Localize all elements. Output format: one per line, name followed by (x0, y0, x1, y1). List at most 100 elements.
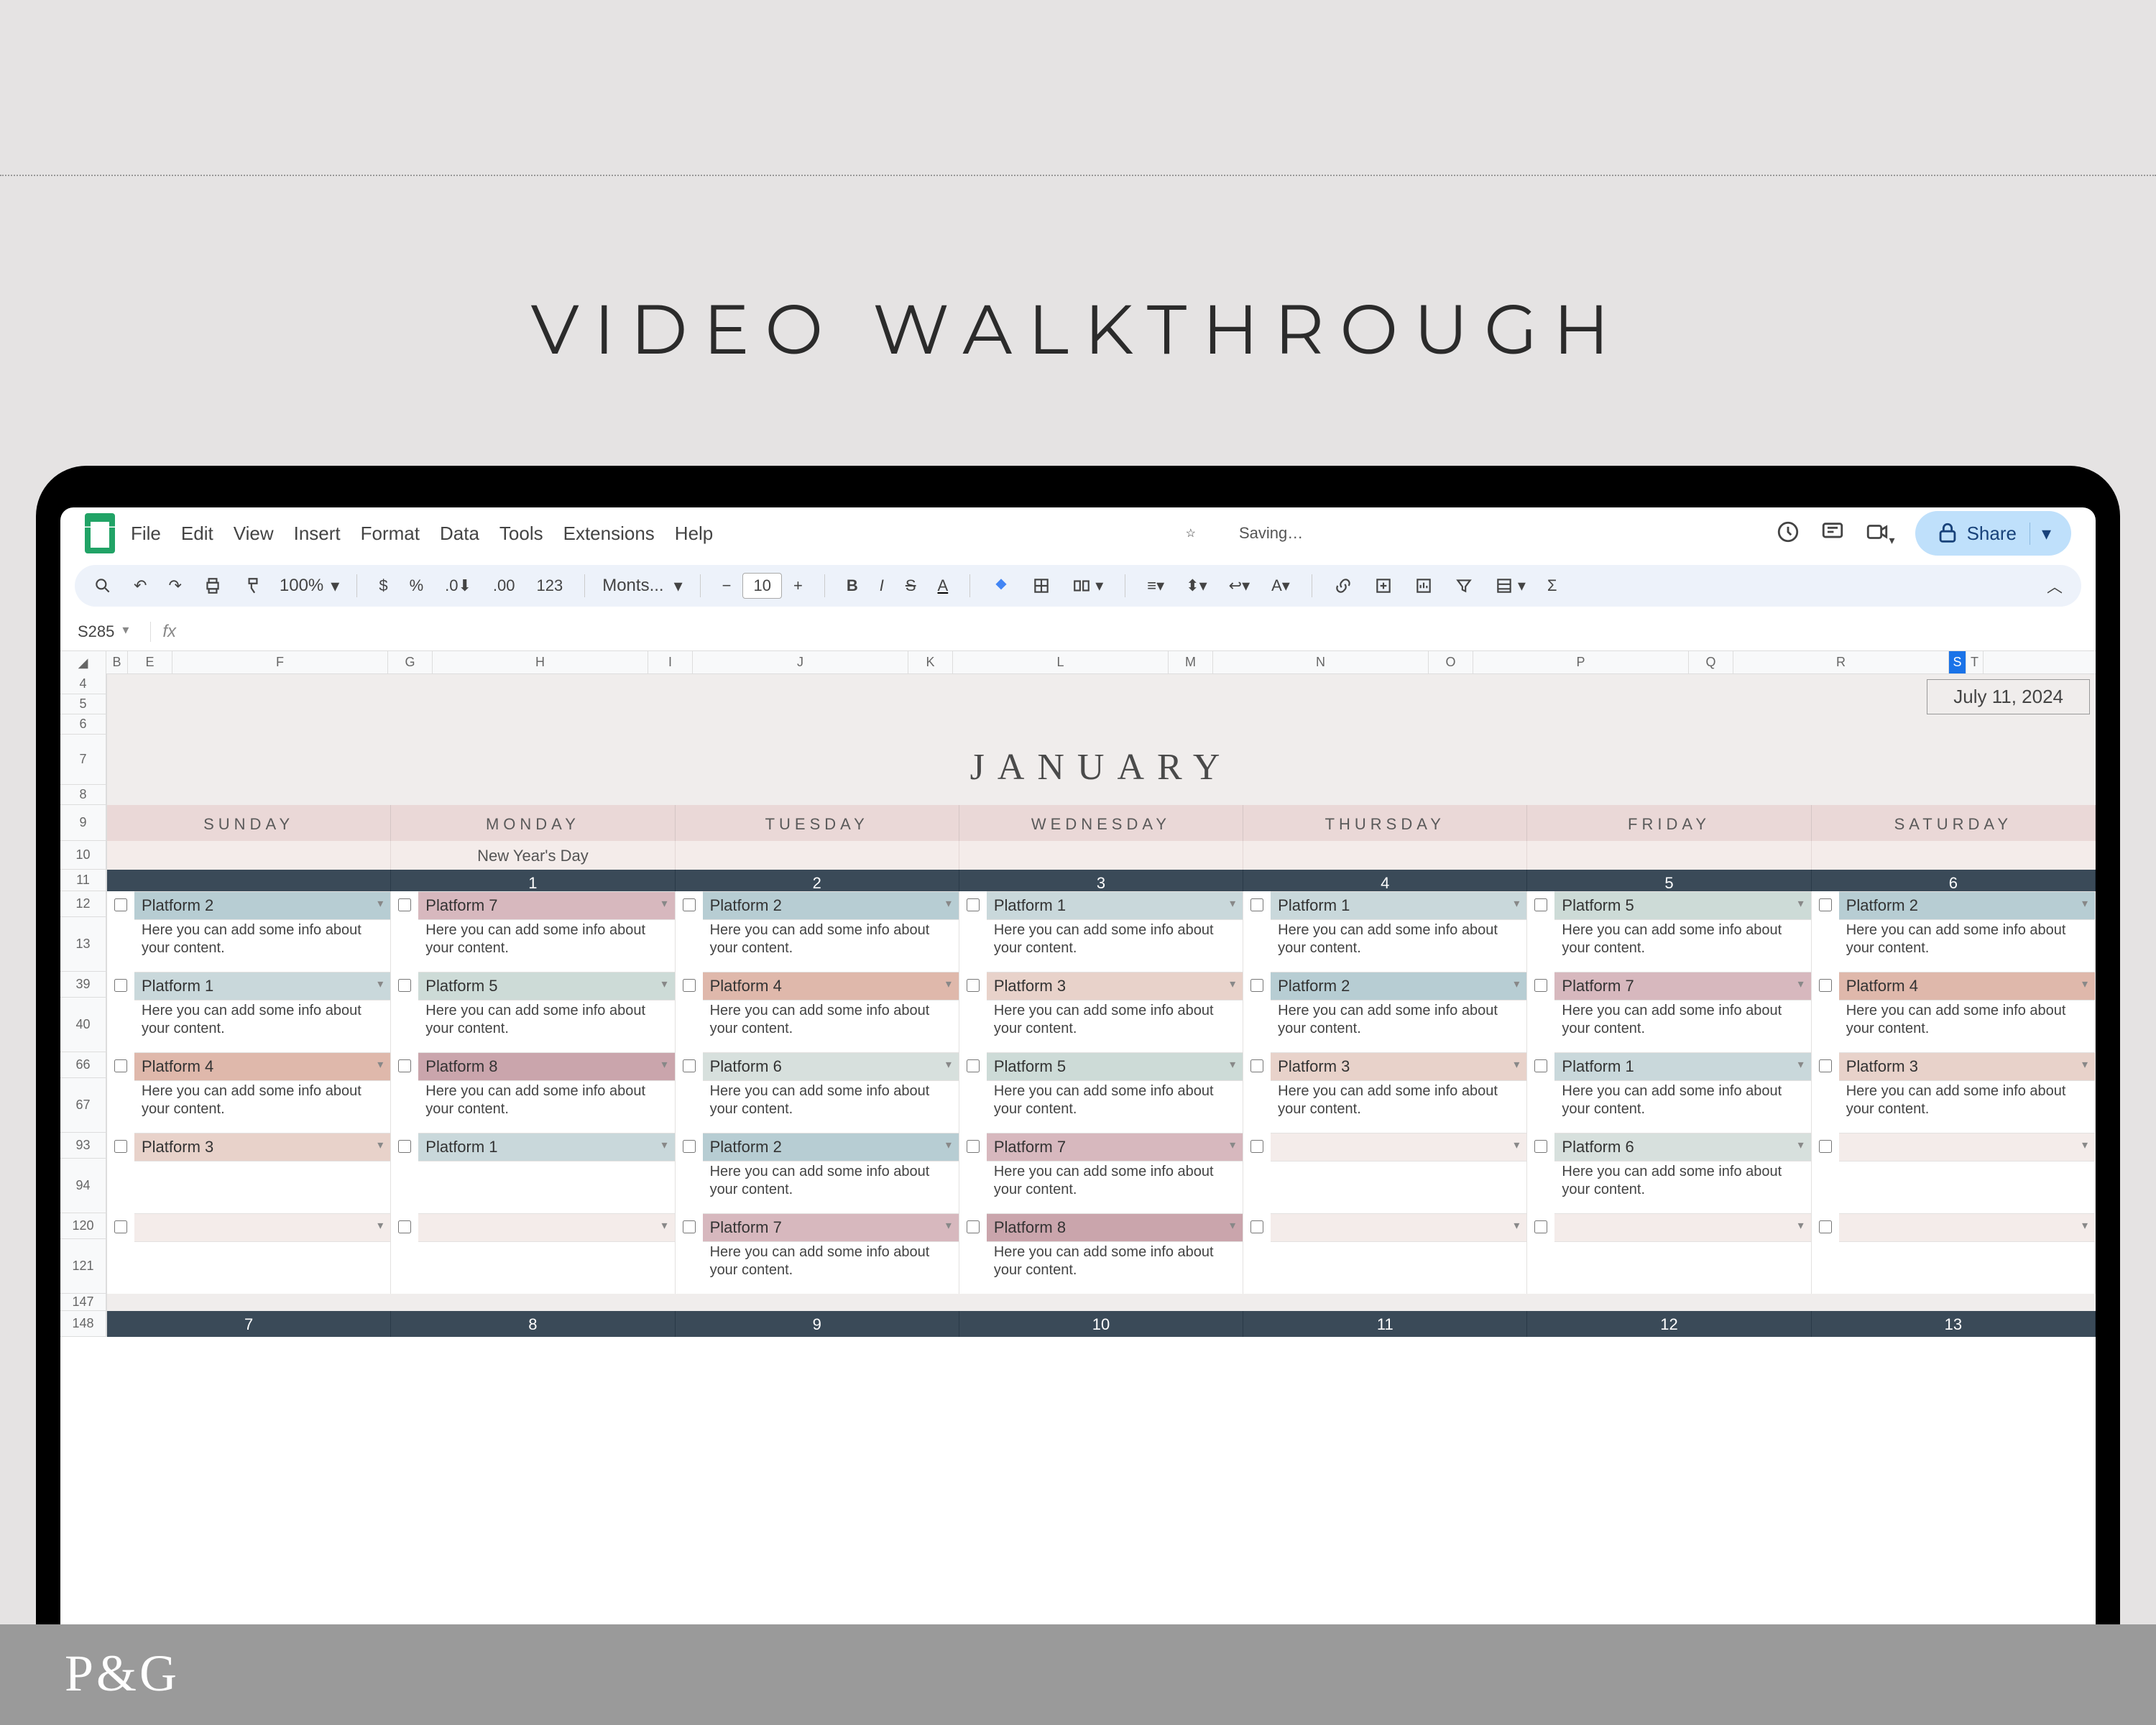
meet-icon[interactable]: ▾ (1865, 520, 1895, 548)
row-header[interactable]: 6 (60, 714, 106, 735)
strike-button[interactable]: S (901, 574, 921, 598)
insert-comment-icon[interactable] (1370, 574, 1397, 598)
slot-checkbox[interactable] (114, 1140, 127, 1153)
row-header[interactable]: 9 (60, 805, 106, 841)
platform-select[interactable]: Platform 3 (1271, 1052, 1526, 1081)
slot-description[interactable]: Here you can add some info about your co… (134, 917, 390, 972)
platform-select[interactable]: Platform 5 (1554, 891, 1810, 920)
col-header-N[interactable]: N (1213, 651, 1429, 673)
search-icon[interactable] (89, 574, 116, 598)
platform-select[interactable]: Platform 1 (418, 1133, 674, 1162)
slot-checkbox[interactable] (398, 1220, 411, 1233)
slot-description[interactable]: Here you can add some info about your co… (1554, 1078, 1810, 1133)
platform-select[interactable]: Platform 2 (134, 891, 390, 920)
row-header[interactable]: 12 (60, 891, 106, 917)
name-box[interactable]: S285 (69, 618, 136, 645)
slot-description[interactable]: Here you can add some info about your co… (703, 1239, 959, 1294)
platform-select[interactable]: Platform 2 (703, 891, 959, 920)
col-header-O[interactable]: O (1429, 651, 1473, 673)
slot-description[interactable] (134, 1159, 390, 1213)
row-header[interactable]: 94 (60, 1159, 106, 1213)
platform-select[interactable]: Platform 7 (987, 1133, 1243, 1162)
fill-color-icon[interactable] (987, 574, 1015, 598)
fontsize-minus-button[interactable]: − (718, 574, 736, 598)
slot-description[interactable]: Here you can add some info about your co… (418, 1078, 674, 1133)
slot-description[interactable]: Here you can add some info about your co… (987, 1159, 1243, 1213)
menu-file[interactable]: File (131, 523, 161, 545)
row-header[interactable]: 148 (60, 1311, 106, 1337)
slot-description[interactable]: Here you can add some info about your co… (703, 917, 959, 972)
platform-select[interactable]: Platform 1 (1554, 1052, 1810, 1081)
platform-select[interactable]: Platform 4 (703, 972, 959, 1000)
paint-format-icon[interactable] (239, 574, 267, 598)
history-icon[interactable] (1776, 520, 1800, 548)
col-header-K[interactable]: K (908, 651, 953, 673)
rotate-icon[interactable]: A▾ (1267, 574, 1294, 598)
slot-description[interactable] (1271, 1159, 1526, 1213)
slot-checkbox[interactable] (967, 1140, 980, 1153)
platform-select[interactable]: Platform 2 (703, 1133, 959, 1162)
platform-select[interactable]: Platform 1 (987, 891, 1243, 920)
platform-select[interactable]: Platform 5 (987, 1052, 1243, 1081)
currency-button[interactable]: $ (374, 574, 392, 598)
slot-checkbox[interactable] (1250, 1220, 1263, 1233)
platform-select[interactable]: Platform 2 (1839, 891, 2095, 920)
slot-description[interactable] (134, 1239, 390, 1294)
slot-checkbox[interactable] (1819, 1059, 1832, 1072)
fontsize-plus-button[interactable]: + (789, 574, 807, 598)
slot-checkbox[interactable] (967, 1059, 980, 1072)
col-header-Q[interactable]: Q (1689, 651, 1733, 673)
slot-description[interactable]: Here you can add some info about your co… (1839, 917, 2095, 972)
row-header[interactable]: 4 (60, 674, 106, 694)
menu-data[interactable]: Data (440, 523, 479, 545)
slot-checkbox[interactable] (1819, 898, 1832, 911)
wrap-icon[interactable]: ↩▾ (1225, 574, 1254, 598)
platform-select[interactable]: Platform 1 (134, 972, 390, 1000)
platform-select[interactable]: Platform 3 (1839, 1052, 2095, 1081)
platform-select[interactable]: Platform 7 (703, 1213, 959, 1242)
spreadsheet-grid[interactable]: ◢BEFGHIJKLMNOPQRST 456789101112133940666… (60, 651, 2096, 1639)
col-header-L[interactable]: L (953, 651, 1169, 673)
borders-icon[interactable] (1028, 574, 1055, 598)
menu-help[interactable]: Help (675, 523, 713, 545)
platform-select[interactable] (1554, 1213, 1810, 1242)
platform-select[interactable]: Platform 6 (703, 1052, 959, 1081)
col-header-G[interactable]: G (388, 651, 433, 673)
platform-select[interactable]: Platform 1 (1271, 891, 1526, 920)
percent-button[interactable]: % (405, 574, 428, 598)
menu-edit[interactable]: Edit (181, 523, 213, 545)
comment-icon[interactable] (1820, 520, 1845, 548)
slot-description[interactable] (418, 1239, 674, 1294)
zoom-select[interactable]: 100% ▾ (280, 576, 339, 597)
slot-checkbox[interactable] (967, 979, 980, 992)
slot-description[interactable]: Here you can add some info about your co… (987, 1239, 1243, 1294)
print-icon[interactable] (199, 574, 226, 598)
platform-select[interactable] (1839, 1133, 2095, 1162)
col-header-P[interactable]: P (1473, 651, 1689, 673)
slot-description[interactable]: Here you can add some info about your co… (1839, 998, 2095, 1052)
slot-description[interactable]: Here you can add some info about your co… (418, 998, 674, 1052)
row-header[interactable]: 10 (60, 841, 106, 870)
slot-description[interactable] (1839, 1159, 2095, 1213)
fontsize-input[interactable]: 10 (742, 573, 781, 599)
row-header[interactable]: 5 (60, 694, 106, 714)
slot-checkbox[interactable] (1250, 1140, 1263, 1153)
slot-description[interactable] (1839, 1239, 2095, 1294)
col-header-T[interactable]: T (1966, 651, 1984, 673)
row-header[interactable]: 39 (60, 972, 106, 998)
slot-checkbox[interactable] (683, 1059, 696, 1072)
collapse-toolbar-icon[interactable]: ︿ (2042, 571, 2067, 600)
menu-insert[interactable]: Insert (294, 523, 341, 545)
platform-select[interactable]: Platform 7 (418, 891, 674, 920)
col-header-F[interactable]: F (172, 651, 388, 673)
slot-checkbox[interactable] (1819, 1220, 1832, 1233)
slot-description[interactable]: Here you can add some info about your co… (1271, 1078, 1526, 1133)
col-header-J[interactable]: J (693, 651, 908, 673)
platform-select[interactable] (1271, 1213, 1526, 1242)
platform-select[interactable]: Platform 3 (134, 1133, 390, 1162)
insert-chart-icon[interactable] (1410, 574, 1437, 598)
format-123-button[interactable]: 123 (533, 574, 568, 598)
slot-checkbox[interactable] (683, 1220, 696, 1233)
row-header[interactable]: 40 (60, 998, 106, 1052)
row-header[interactable]: 93 (60, 1133, 106, 1159)
